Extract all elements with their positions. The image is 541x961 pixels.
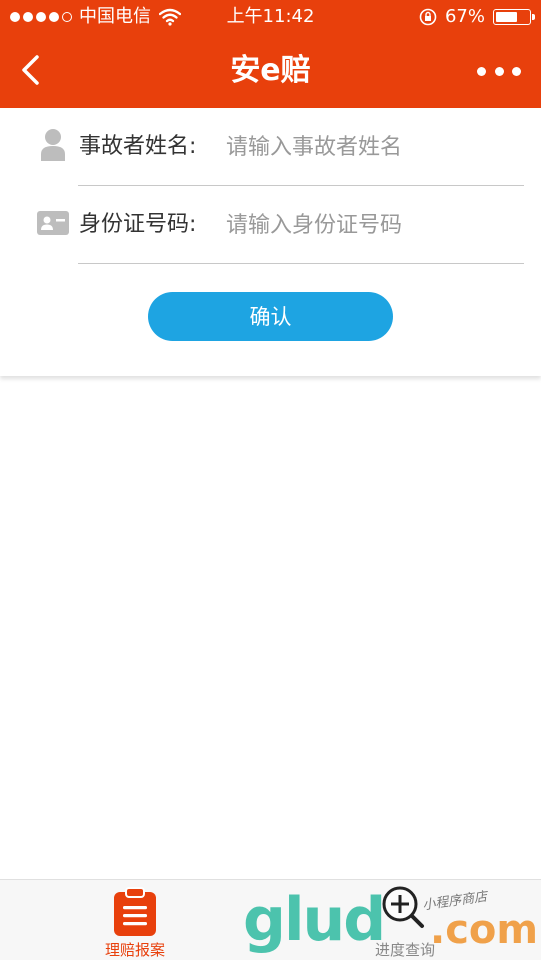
name-label: 事故者姓名:	[79, 134, 197, 159]
claim-form: 事故者姓名: 身份证号码: 确认	[0, 108, 541, 376]
id-input[interactable]	[226, 207, 516, 243]
more-dot	[477, 66, 486, 76]
watermark: glud .com 小程序商店	[240, 880, 540, 960]
watermark-suffix: .com	[430, 907, 539, 953]
more-dot	[512, 66, 521, 76]
app-header: 中国电信 上午11:42 67% 安e赔	[0, 0, 541, 108]
id-card-icon	[36, 206, 70, 240]
status-right: 67%	[419, 0, 535, 34]
battery-percent: 67%	[444, 6, 485, 27]
divider	[78, 263, 524, 264]
id-label: 身份证号码:	[79, 212, 197, 237]
name-input[interactable]	[226, 129, 516, 165]
more-dot	[494, 66, 504, 76]
page-title: 安e赔	[230, 53, 311, 88]
rotation-lock-icon	[419, 8, 437, 26]
more-options-button[interactable]	[477, 60, 521, 82]
status-bar: 中国电信 上午11:42 67%	[0, 0, 541, 34]
battery-fill	[496, 12, 517, 22]
magnifier-icon	[382, 886, 424, 928]
battery-icon	[493, 9, 535, 25]
tab-label: 理赔报案	[104, 941, 165, 959]
watermark-logo-text: glud	[243, 885, 386, 955]
person-icon	[36, 128, 70, 162]
nav-bar: 安e赔	[0, 34, 541, 108]
clipboard-icon	[114, 887, 156, 936]
confirm-button[interactable]: 确认	[148, 292, 393, 341]
tab-claim-report[interactable]: 理赔报案	[55, 880, 215, 961]
id-row: 身份证号码:	[0, 186, 541, 264]
name-row: 事故者姓名:	[0, 108, 541, 186]
